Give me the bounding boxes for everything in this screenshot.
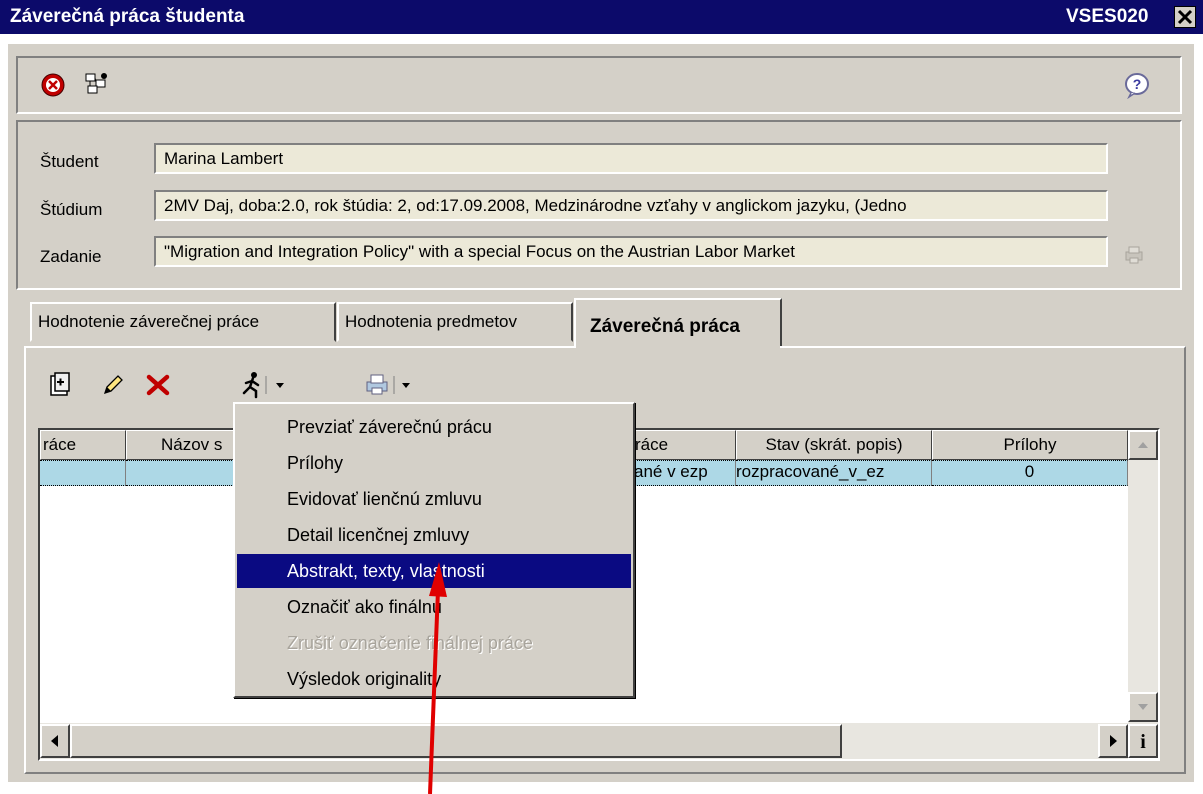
zadanie-field[interactable]: "Migration and Integration Policy" with … bbox=[154, 236, 1108, 267]
zadanie-label: Zadanie bbox=[40, 247, 102, 266]
tab-hodnotenia-predmetov[interactable]: Hodnotenia predmetov bbox=[337, 302, 573, 342]
printer-disabled-icon bbox=[1125, 246, 1143, 264]
svg-text:?: ? bbox=[1133, 76, 1142, 92]
window-title: Záverečná práca študenta bbox=[10, 6, 245, 27]
delete-icon bbox=[146, 374, 170, 396]
close-red-icon bbox=[41, 73, 65, 97]
title-bar: Záverečná práca študenta VSES020 bbox=[0, 0, 1203, 34]
top-toolbar: ? bbox=[16, 56, 1182, 114]
scroll-right-button[interactable] bbox=[1098, 724, 1128, 758]
window-code: VSES020 bbox=[1066, 6, 1149, 27]
printer-dropdown-icon bbox=[366, 374, 410, 395]
grid-cell[interactable]: 0 bbox=[932, 460, 1128, 486]
arrow-right-icon bbox=[1110, 735, 1117, 747]
close-window-button[interactable] bbox=[1174, 6, 1196, 28]
active-tab-join bbox=[576, 344, 780, 348]
scroll-left-button[interactable] bbox=[40, 724, 70, 758]
student-label: Študent bbox=[40, 152, 99, 171]
studium-field[interactable]: 2MV Daj, doba:2.0, rok štúdia: 2, od:17.… bbox=[154, 190, 1108, 221]
help-button[interactable]: ? bbox=[1123, 71, 1151, 104]
tab-zaverecna-praca[interactable]: Záverečná práca bbox=[574, 298, 782, 348]
student-field[interactable]: Marina Lambert bbox=[154, 143, 1108, 174]
tree-icon bbox=[85, 73, 107, 94]
help-icon: ? bbox=[1125, 73, 1149, 100]
edit-button[interactable] bbox=[102, 374, 124, 401]
studium-label: Štúdium bbox=[40, 200, 103, 219]
scroll-down-button[interactable] bbox=[1128, 692, 1158, 722]
info-button[interactable]: i bbox=[1128, 724, 1158, 758]
menu-item-prilohy[interactable]: Prílohy bbox=[237, 446, 631, 480]
arrow-up-icon bbox=[1138, 442, 1148, 448]
menu-item-prevziat[interactable]: Prevziať záverečnú prácu bbox=[237, 410, 631, 444]
column-header[interactable]: Stav (skrát. popis) bbox=[736, 430, 932, 460]
print-dropdown-button[interactable] bbox=[364, 372, 420, 403]
new-record-button[interactable] bbox=[48, 372, 72, 403]
grid-cell[interactable] bbox=[40, 460, 126, 486]
column-header[interactable]: Prílohy bbox=[932, 430, 1128, 460]
annotation-arrow bbox=[428, 562, 447, 794]
menu-item-detail-zmluvy[interactable]: Detail licenčnej zmluvy bbox=[237, 518, 631, 552]
actions-dropdown-button[interactable] bbox=[238, 371, 298, 404]
arrow-left-icon bbox=[51, 735, 58, 747]
tree-button[interactable] bbox=[82, 70, 110, 103]
delete-button[interactable] bbox=[146, 374, 170, 401]
pencil-icon bbox=[103, 375, 123, 395]
zadanie-lookup-button bbox=[1122, 244, 1146, 271]
svg-text:i: i bbox=[1140, 731, 1146, 753]
exit-button[interactable] bbox=[40, 72, 66, 103]
new-document-icon bbox=[50, 372, 70, 396]
menu-item-evidovat-zmluvu[interactable]: Evidovať lienčnú zmluvu bbox=[237, 482, 631, 516]
runner-dropdown-icon bbox=[242, 372, 284, 399]
close-icon bbox=[1177, 9, 1193, 25]
vertical-scrollbar[interactable] bbox=[1128, 430, 1158, 727]
scroll-up-button[interactable] bbox=[1128, 430, 1158, 460]
tab-hodnotenie-zaverecnej-prace[interactable]: Hodnotenie záverečnej práce bbox=[30, 302, 336, 342]
arrow-down-icon bbox=[1138, 704, 1148, 710]
column-header[interactable]: ráce bbox=[40, 430, 126, 460]
info-icon: i bbox=[1140, 731, 1146, 753]
grid-cell[interactable]: rozpracované_v_ez bbox=[736, 460, 932, 486]
